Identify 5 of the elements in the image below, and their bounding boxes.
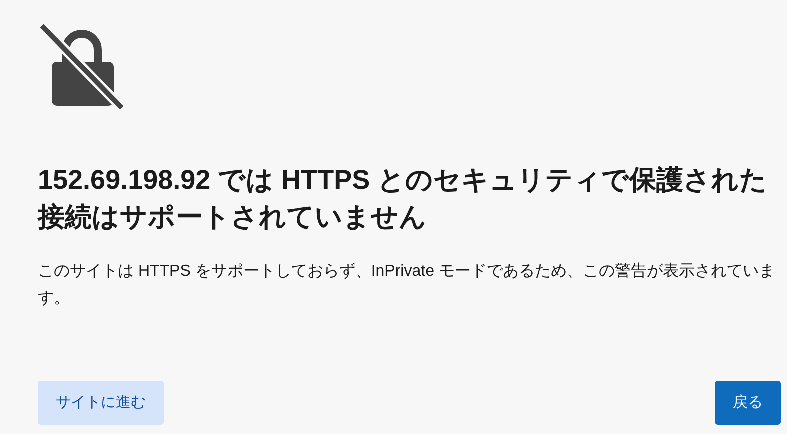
error-heading: 152.69.198.92 では HTTPS とのセキュリティで保護された接続はサポートされていません — [38, 164, 769, 234]
lock-slashed-icon — [38, 22, 126, 112]
back-button[interactable]: 戻る — [715, 381, 781, 425]
proceed-button[interactable]: サイトに進む — [38, 381, 164, 425]
error-message: このサイトは HTTPS をサポートしておらず、InPrivate モードであるため、この警告が表示されています。 — [38, 262, 776, 309]
